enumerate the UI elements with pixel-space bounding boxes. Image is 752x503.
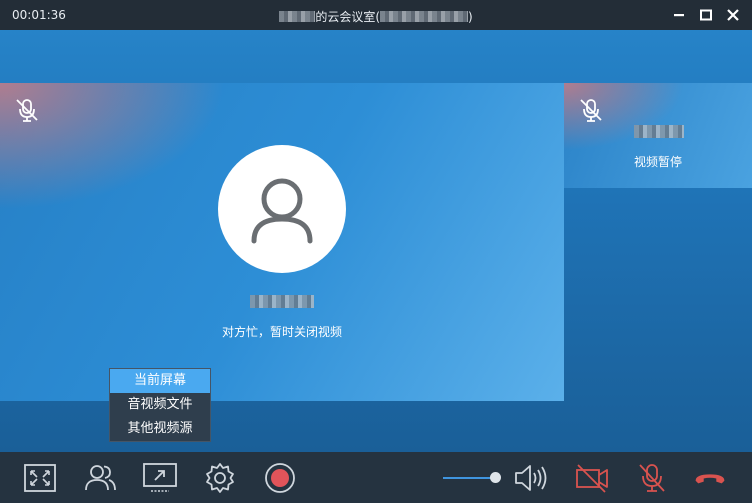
main-video-tile[interactable]: 对方忙，暂时关闭视频: [0, 83, 564, 401]
hangup-button[interactable]: [692, 462, 728, 494]
maximize-icon[interactable]: [697, 6, 715, 24]
redacted-owner-name: [279, 11, 316, 22]
screen-share-button[interactable]: [142, 462, 178, 494]
fullscreen-icon: [24, 464, 56, 492]
volume-slider-handle[interactable]: [490, 472, 501, 483]
fullscreen-button[interactable]: [22, 462, 58, 494]
close-icon[interactable]: [724, 6, 742, 24]
side-video-tile[interactable]: 视频暂停: [564, 83, 752, 188]
camera-toggle-button[interactable]: [574, 462, 610, 494]
screen-share-icon: [143, 463, 177, 492]
record-icon: [265, 463, 295, 493]
user-avatar-icon: [218, 145, 346, 273]
settings-icon: [206, 463, 234, 493]
title-text: 的云会议室(: [315, 10, 380, 24]
title-close-paren: ): [468, 10, 473, 24]
redacted-participant-name: [250, 295, 314, 308]
menu-item-current-screen[interactable]: 当前屏幕: [110, 369, 210, 393]
menu-item-av-file[interactable]: 音视频文件: [110, 393, 210, 417]
redacted-room-id: [380, 11, 468, 22]
participants-icon: [85, 465, 116, 491]
window-title: 的云会议室(): [0, 8, 752, 25]
side-video-status: 视频暂停: [633, 155, 682, 169]
share-source-menu: 当前屏幕 音视频文件 其他视频源: [109, 368, 211, 442]
minimize-icon[interactable]: [670, 6, 688, 24]
settings-button[interactable]: [202, 462, 238, 494]
volume-slider-track[interactable]: [443, 477, 495, 479]
hangup-icon: [695, 474, 725, 484]
mic-off-icon: [16, 99, 38, 122]
participants-button[interactable]: [82, 462, 118, 494]
mic-off-icon: [580, 99, 602, 122]
title-bar: 00:01:36 的云会议室(): [0, 0, 752, 30]
menu-item-other-source[interactable]: 其他视频源: [110, 417, 210, 441]
mic-off-icon: [639, 464, 665, 492]
record-button[interactable]: [262, 462, 298, 494]
speaker-button[interactable]: [512, 462, 548, 494]
mic-toggle-button[interactable]: [634, 462, 670, 494]
camera-off-icon: [576, 464, 608, 493]
speaker-icon: [515, 465, 547, 491]
redacted-participant-name: [634, 125, 684, 138]
main-video-status: 对方忙，暂时关闭视频: [221, 325, 342, 339]
